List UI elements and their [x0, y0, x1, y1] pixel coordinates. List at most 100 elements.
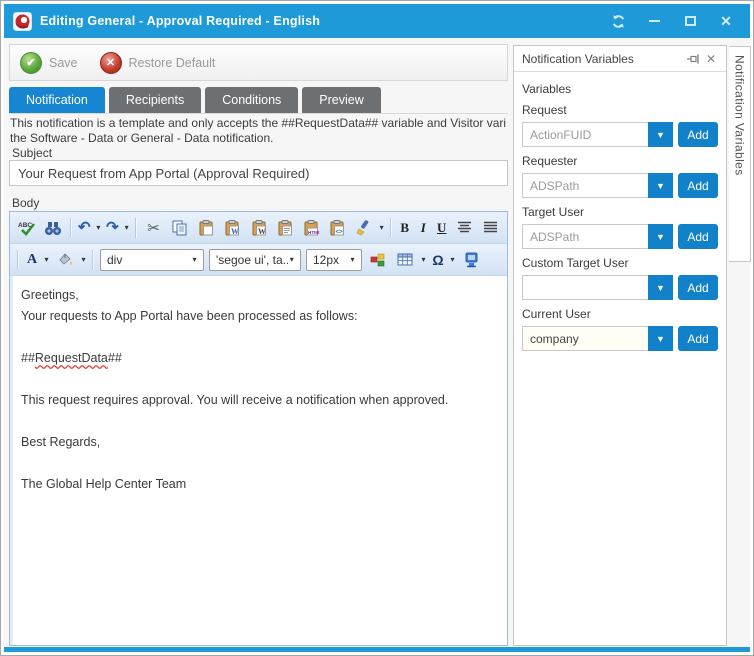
- restore-default-button[interactable]: ✕ Restore Default: [100, 52, 216, 74]
- target-user-add-button[interactable]: Add: [678, 224, 718, 249]
- tab-preview[interactable]: Preview: [302, 87, 380, 113]
- copy-button[interactable]: [167, 215, 192, 241]
- template-info-text: This notification is a template and only…: [10, 116, 508, 146]
- bold-button[interactable]: B: [396, 215, 414, 241]
- insert-symbol-dropdown[interactable]: ▾: [448, 255, 457, 264]
- current-user-add-button[interactable]: Add: [678, 326, 718, 351]
- body-line: [21, 453, 499, 474]
- request-add-button[interactable]: Add: [678, 122, 718, 147]
- tab-recipients[interactable]: Recipients: [109, 87, 201, 113]
- font-color-button[interactable]: A: [23, 247, 41, 273]
- tab-notification[interactable]: Notification: [9, 87, 105, 113]
- current-user-value: company: [523, 327, 648, 350]
- custom-target-user-dropdown-arrow[interactable]: ▼: [648, 275, 673, 300]
- justify-button[interactable]: [478, 215, 503, 241]
- spellcheck-icon: ABC: [18, 219, 36, 237]
- custom-target-user-select[interactable]: [522, 275, 648, 300]
- requester-row: ADSPath ▼ Add: [522, 173, 718, 198]
- media-manager-icon: [464, 252, 479, 268]
- panel-close-button[interactable]: ✕: [702, 50, 720, 68]
- paste-plain-text-button[interactable]: [272, 215, 297, 241]
- requester-value: ADSPath: [523, 174, 648, 197]
- font-color-dropdown[interactable]: ▾: [42, 255, 51, 264]
- pin-button[interactable]: [684, 50, 702, 68]
- tab-strip: Notification Recipients Conditions Previ…: [9, 87, 381, 113]
- save-button[interactable]: ✔ Save: [20, 52, 78, 74]
- target-user-value: ADSPath: [523, 225, 648, 248]
- variable-token: RequestData: [35, 351, 108, 365]
- body-line: Your requests to App Portal have been pr…: [21, 306, 499, 327]
- request-select[interactable]: ActionFUID: [522, 122, 648, 147]
- refresh-button[interactable]: [603, 9, 633, 33]
- background-color-button[interactable]: [52, 247, 78, 273]
- custom-target-user-add-button[interactable]: Add: [678, 275, 718, 300]
- undo-button[interactable]: ↶: [76, 215, 94, 241]
- requester-add-button[interactable]: Add: [678, 173, 718, 198]
- format-painter-dropdown[interactable]: ▾: [377, 223, 386, 232]
- paragraph-style-select[interactable]: div ▾: [100, 249, 204, 271]
- close-button[interactable]: ✕: [711, 9, 741, 33]
- insert-table-button[interactable]: [392, 247, 418, 273]
- paste-html-button[interactable]: <>: [325, 215, 350, 241]
- underline-icon: U: [437, 220, 446, 236]
- paste-from-word-clean-button[interactable]: W: [246, 215, 271, 241]
- undo-dropdown[interactable]: ▾: [94, 223, 103, 232]
- font-family-select[interactable]: 'segoe ui', ta... ▾: [209, 249, 301, 271]
- italic-icon: I: [421, 220, 426, 236]
- editor-toolbar-row-2: A ▾ ▾ div ▾ 'segoe ui', ta...: [10, 244, 507, 276]
- insert-table-dropdown[interactable]: ▾: [419, 255, 428, 264]
- notification-variables-side-tab[interactable]: Notification Variables: [729, 46, 751, 262]
- separator: [17, 250, 19, 270]
- paste-as-html-button[interactable]: HTML: [299, 215, 324, 241]
- format-painter-button[interactable]: [351, 215, 376, 241]
- paste-from-word-button[interactable]: W: [220, 215, 245, 241]
- tab-conditions[interactable]: Conditions: [205, 87, 298, 113]
- separator: [92, 250, 94, 270]
- body-editor[interactable]: Greetings, Your requests to App Portal h…: [10, 276, 507, 645]
- request-label: Request: [522, 103, 718, 117]
- minimize-button[interactable]: [639, 9, 669, 33]
- cut-button[interactable]: ✂: [141, 215, 166, 241]
- bold-icon: B: [400, 220, 409, 236]
- media-manager-button[interactable]: [458, 247, 484, 273]
- info-line-1: This notification is a template and only…: [10, 116, 508, 131]
- request-dropdown-arrow[interactable]: ▼: [648, 122, 673, 147]
- subject-label: Subject: [12, 146, 52, 160]
- current-user-dropdown-arrow[interactable]: ▼: [648, 326, 673, 351]
- copy-icon: [172, 220, 188, 236]
- find-replace-button[interactable]: [40, 215, 65, 241]
- chevron-down-icon: ▾: [348, 255, 357, 264]
- window-title: Editing General - Approval Required - En…: [40, 14, 320, 28]
- paste-button[interactable]: [193, 215, 218, 241]
- notification-variables-panel: Notification Variables ✕ Variables Reque…: [513, 45, 727, 646]
- body-line-variable: ##RequestData##: [21, 348, 499, 369]
- insert-image-button[interactable]: [365, 247, 391, 273]
- font-color-icon: A: [27, 252, 37, 268]
- underline-button[interactable]: U: [433, 215, 451, 241]
- subject-input[interactable]: [9, 160, 508, 186]
- spellcheck-button[interactable]: ABC: [14, 215, 39, 241]
- align-center-button[interactable]: [451, 215, 476, 241]
- paste-from-word-icon: W: [224, 220, 240, 236]
- paragraph-style-value: div: [107, 253, 122, 267]
- requester-dropdown-arrow[interactable]: ▼: [648, 173, 673, 198]
- current-user-select[interactable]: company: [522, 326, 648, 351]
- paint-bucket-icon: [57, 252, 74, 267]
- font-size-select[interactable]: 12px ▾: [306, 249, 362, 271]
- align-center-icon: [457, 221, 472, 234]
- maximize-button[interactable]: [675, 9, 705, 33]
- insert-image-icon: [370, 253, 387, 267]
- requester-select[interactable]: ADSPath: [522, 173, 648, 198]
- italic-button[interactable]: I: [414, 215, 432, 241]
- insert-symbol-button[interactable]: Ω: [429, 247, 447, 273]
- target-user-dropdown-arrow[interactable]: ▼: [648, 224, 673, 249]
- rich-text-editor: ABC ↶ ▾ ↷ ▾ ✂: [9, 211, 508, 646]
- svg-text:<>: <>: [336, 229, 344, 235]
- redo-dropdown[interactable]: ▾: [122, 223, 131, 232]
- target-user-select[interactable]: ADSPath: [522, 224, 648, 249]
- background-color-dropdown[interactable]: ▾: [79, 255, 88, 264]
- redo-button[interactable]: ↷: [104, 215, 122, 241]
- justify-icon: [483, 221, 498, 234]
- font-family-value: 'segoe ui', ta...: [216, 253, 288, 267]
- request-row: ActionFUID ▼ Add: [522, 122, 718, 147]
